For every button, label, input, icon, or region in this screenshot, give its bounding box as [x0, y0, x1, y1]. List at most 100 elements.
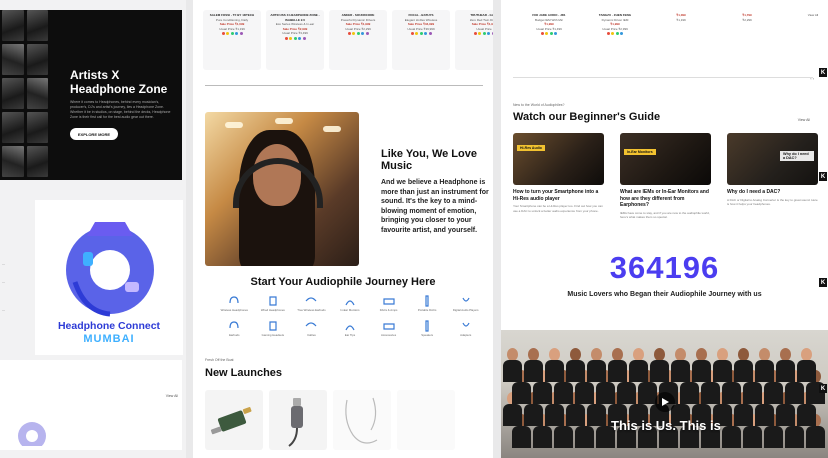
category-icon [269, 296, 277, 306]
color-swatch[interactable] [347, 32, 351, 35]
category-item[interactable]: Wired Headphones [254, 295, 293, 312]
category-label: Ear Tips [344, 333, 356, 337]
guide-view-all-link[interactable]: View All [798, 118, 810, 122]
category-item[interactable]: Wireless Headphones [215, 295, 254, 312]
color-swatch[interactable] [611, 32, 615, 35]
product-card[interactable]: SALEM FOSSI - TF BY 1DTECH Pure Condition… [203, 10, 261, 70]
color-swatch[interactable] [284, 36, 288, 40]
video-title[interactable]: Why do I need a DAC? [727, 189, 818, 196]
shirt [680, 382, 699, 404]
guide-video-card[interactable]: In-Ear Monitors What are IEMs or In-Ear … [620, 133, 711, 220]
color-swatch[interactable] [554, 32, 558, 35]
video-title[interactable]: What are IEMs or In-Ear Monitors and how… [620, 189, 711, 209]
color-swatch[interactable] [235, 32, 238, 35]
category-item[interactable]: Ear Tips [331, 320, 370, 337]
product-card[interactable]: TRUTHEAR - GATEZero Red Twin DriverSale … [455, 10, 493, 70]
product-card[interactable]: FOCAL - BATHYS Elegant Hi-Res Wireless Sal… [392, 10, 450, 70]
side-text: ... [2, 308, 5, 312]
color-swatch[interactable] [226, 32, 229, 35]
category-item[interactable]: Gaming Headsets [254, 320, 293, 337]
color-swatch[interactable] [478, 32, 481, 35]
color-swatch[interactable] [356, 32, 360, 35]
video-thumbnail[interactable]: In-Ear Monitors [620, 133, 711, 185]
category-item[interactable]: Cables [292, 320, 331, 337]
video-title[interactable]: How to turn your Smartphone into a Hi-Re… [513, 189, 604, 202]
color-swatch[interactable] [302, 36, 306, 40]
product-card[interactable]: TANGZU - ZHEN FENG Dynamic Driver IEM ₹1,9… [585, 10, 645, 68]
color-swatch[interactable] [289, 36, 292, 40]
product-card[interactable]: ARTICUSS X HEADPHONE ZONE - ISABELLE 2.0… [266, 10, 324, 70]
play-button[interactable] [655, 392, 675, 412]
guide-video-card[interactable]: Why do I need a DAC? Why do I need a DAC… [727, 133, 818, 220]
side-widget-icon[interactable]: K [819, 384, 827, 393]
artist-photo [26, 112, 48, 143]
category-item[interactable]: Speakers [408, 320, 447, 337]
color-swatch[interactable] [419, 32, 423, 35]
category-item[interactable]: Portable DACs [408, 295, 447, 312]
color-swatch[interactable] [620, 32, 624, 35]
category-item[interactable]: In-Ear Monitors [331, 295, 370, 312]
explore-more-button[interactable]: EXPLORE MORE [70, 128, 118, 140]
category-item[interactable]: True Wireless Earbuds [292, 295, 331, 312]
color-swatch[interactable] [415, 32, 418, 35]
artists-banner[interactable]: Artists X Headphone Zone Where it comes … [0, 10, 182, 180]
color-swatch[interactable] [606, 32, 610, 35]
color-swatch[interactable] [361, 32, 364, 35]
category-item[interactable]: Accessories [369, 320, 408, 337]
category-icon [462, 297, 470, 302]
carousel-arrows-icon[interactable]: ‹ › [810, 76, 814, 81]
right-column: FIIO JADE AUDIO - JD1 Budget IEM With Mic… [501, 0, 828, 458]
new-launch-product[interactable] [333, 390, 391, 450]
product-was: Usual Price [476, 26, 492, 31]
view-all-link[interactable]: View All [166, 394, 178, 398]
color-swatch[interactable] [424, 32, 427, 35]
category-item[interactable]: DACs & Amps [369, 295, 408, 312]
new-launch-product[interactable] [205, 390, 263, 450]
category-item[interactable]: Digital Audio Players [446, 295, 485, 312]
side-widget-icon[interactable]: K [819, 278, 827, 287]
color-swatch[interactable] [482, 32, 486, 35]
side-widget-icon[interactable]: K [819, 68, 827, 77]
color-swatch[interactable] [365, 32, 369, 35]
side-widget-icon[interactable]: K [819, 172, 827, 181]
color-swatch[interactable] [540, 32, 544, 35]
shirt [797, 404, 816, 426]
color-swatch[interactable] [410, 32, 414, 35]
product-card[interactable]: View All [783, 10, 828, 68]
color-swatch[interactable] [549, 32, 553, 35]
color-swatch[interactable] [221, 32, 225, 35]
shirt [785, 426, 804, 448]
shirt [692, 360, 711, 382]
product-card[interactable]: FIIO JADE AUDIO - JD1 Budget IEM With Mic… [519, 10, 579, 68]
color-swatch[interactable] [428, 32, 432, 35]
color-swatch[interactable] [473, 32, 477, 35]
color-swatch[interactable] [239, 32, 243, 35]
product-was: Usual Price ₹3,499 [282, 31, 308, 35]
color-swatch[interactable] [545, 32, 549, 35]
new-launch-product[interactable] [397, 390, 455, 450]
product-card[interactable]: ₹1,099 ₹1,199 [651, 10, 711, 68]
color-swatch[interactable] [230, 32, 234, 35]
category-item[interactable]: Earbuds [215, 320, 254, 337]
video-thumbnail[interactable]: Why do I need a DAC? [727, 133, 818, 185]
product-card[interactable]: ₹1,799 ₹2,299 [717, 10, 777, 68]
color-swatch[interactable] [293, 36, 297, 40]
video-thumbnail[interactable]: Hi-Res Audio [513, 133, 604, 185]
color-swatch[interactable] [487, 32, 490, 35]
color-swatch[interactable] [491, 32, 493, 35]
color-swatch[interactable] [615, 32, 619, 35]
color-swatch[interactable] [352, 32, 355, 35]
category-grid: Wireless Headphones Wired Headphones True … [215, 295, 485, 337]
guide-video-card[interactable]: Hi-Res Audio How to turn your Smartphone… [513, 133, 604, 220]
headphone-connect-card[interactable]: Headphone Connect MUMBAI [35, 200, 183, 355]
color-swatches [395, 32, 447, 35]
video-description: Your Smartphone can be a Hi-Res player t… [513, 204, 603, 213]
color-swatch[interactable] [298, 36, 301, 40]
category-label: Earbuds [229, 333, 240, 337]
shirt [503, 404, 522, 426]
category-item[interactable]: Adapters [446, 320, 485, 337]
category-label: Cables [307, 333, 316, 337]
usb-dac-icon [210, 407, 252, 435]
new-launch-product[interactable] [269, 390, 327, 450]
product-card[interactable]: ANKER - SOUNDCORE Powerful Dynamic Driver… [329, 10, 387, 70]
